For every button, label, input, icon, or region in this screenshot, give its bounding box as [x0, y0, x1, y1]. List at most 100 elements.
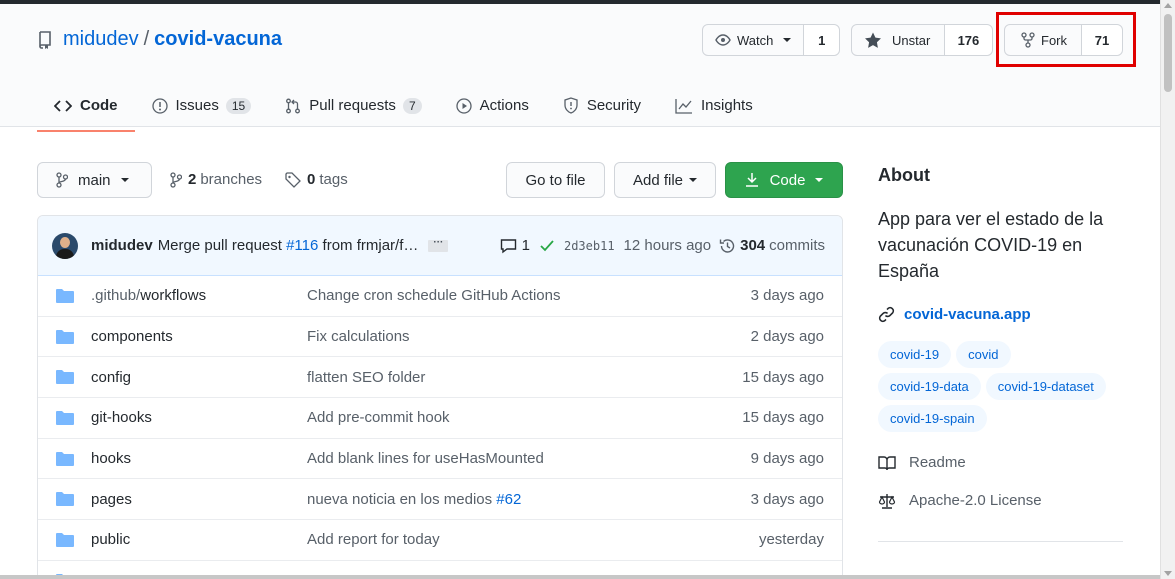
website-url: covid-vacuna.app: [904, 306, 1031, 323]
folder-icon: [56, 410, 74, 425]
pull-request-icon: [286, 98, 301, 113]
graph-icon: [675, 98, 693, 114]
play-icon: [455, 97, 472, 114]
add-file-button[interactable]: Add file: [614, 162, 716, 198]
folder-icon: [56, 370, 74, 385]
repo-title: midudev / covid-vacuna: [37, 28, 282, 51]
folder-icon: [56, 451, 74, 466]
branch-name: main: [78, 171, 111, 189]
topic-tag[interactable]: covid-19: [878, 341, 952, 368]
file-commit-message[interactable]: Fix calculations: [307, 328, 410, 345]
file-commit-message[interactable]: nueva noticia en los medios #62: [307, 491, 521, 508]
avatar[interactable]: [52, 232, 78, 259]
file-name-link[interactable]: .github/workflows: [91, 287, 206, 304]
vertical-scrollbar[interactable]: [1160, 0, 1175, 579]
star-count[interactable]: 176: [943, 25, 992, 55]
repo-owner-link[interactable]: midudev: [63, 28, 139, 51]
chevron-down-icon: [120, 178, 129, 182]
table-row[interactable]: pages nueva noticia en los medios #62 3 …: [38, 479, 842, 521]
tab-insights[interactable]: Insights: [658, 80, 770, 131]
commit-author[interactable]: midudev: [91, 237, 153, 254]
website-link[interactable]: covid-vacuna.app: [878, 306, 1123, 323]
file-commit-issue-link[interactable]: #62: [496, 491, 521, 508]
topic-tag[interactable]: covid: [956, 341, 1011, 368]
commit-message-prefix: Merge pull request: [157, 237, 282, 254]
file-name: workflows: [140, 287, 207, 305]
file-commit-age: 15 days ago: [742, 409, 824, 427]
watch-button-group: Watch 1: [702, 24, 840, 56]
commit-pr-link[interactable]: #116: [286, 237, 318, 254]
repo-name-link[interactable]: covid-vacuna: [154, 28, 282, 51]
file-commit-message[interactable]: Change cron schedule GitHub Actions: [307, 287, 560, 304]
watch-count[interactable]: 1: [803, 25, 839, 55]
check-icon[interactable]: [540, 239, 554, 252]
table-row[interactable]: components Fix calculations 2 days ago: [38, 317, 842, 358]
download-icon: [745, 173, 758, 187]
commit-comments[interactable]: 1: [500, 237, 530, 254]
table-row[interactable]: .github/workflows Change cron schedule G…: [38, 276, 842, 317]
folder-icon: [56, 288, 74, 303]
branches-link[interactable]: 2 branches: [170, 171, 262, 188]
code-download-button[interactable]: Code: [725, 162, 843, 198]
tab-security[interactable]: Security: [546, 80, 658, 131]
file-name-link[interactable]: components: [91, 328, 173, 345]
tab-pull-requests[interactable]: Pull requests 7: [268, 80, 438, 131]
file-name-link[interactable]: public: [91, 531, 130, 548]
topic-tag[interactable]: covid-19-data: [878, 373, 981, 400]
star-button-group: Unstar 176: [851, 24, 993, 56]
unstar-button[interactable]: Unstar: [852, 25, 944, 55]
chevron-down-icon: [815, 178, 824, 182]
file-commit-age: 2 days ago: [750, 328, 824, 346]
watch-button[interactable]: Watch: [703, 25, 803, 55]
file-name-link[interactable]: pages: [91, 491, 132, 508]
scroll-up-icon[interactable]: [1164, 3, 1172, 8]
repo-separator: /: [143, 28, 150, 50]
table-row[interactable]: public Add report for today yesterday: [38, 520, 842, 561]
file-commit-message[interactable]: Add pre-commit hook: [307, 409, 450, 426]
table-row[interactable]: git-hooks Add pre-commit hook 15 days ag…: [38, 398, 842, 439]
tab-issues[interactable]: Issues 15: [135, 80, 269, 131]
file-name-link[interactable]: git-hooks: [91, 409, 152, 426]
topic-tag[interactable]: covid-19-spain: [878, 405, 987, 432]
horizontal-scrollbar[interactable]: [0, 575, 1160, 579]
readme-label: Readme: [909, 454, 966, 471]
tag-icon: [285, 171, 301, 188]
tags-label: tags: [319, 171, 348, 188]
tab-code[interactable]: Code: [37, 80, 135, 132]
branch-selector-button[interactable]: main: [37, 162, 152, 198]
readme-link[interactable]: Readme: [878, 454, 1123, 471]
commit-time: 12 hours ago: [623, 237, 712, 254]
expand-commit-button[interactable]: ···: [428, 237, 449, 252]
commit-details: 1 2d3eb11 12 hours ago 304 commits: [492, 237, 825, 254]
commits-label: commits: [769, 237, 825, 254]
go-to-file-button[interactable]: Go to file: [506, 162, 605, 198]
file-commit-message[interactable]: flatten SEO folder: [307, 369, 425, 386]
file-commit-message[interactable]: Add report for today: [307, 531, 440, 548]
file-name-link[interactable]: config: [91, 369, 131, 386]
history-icon: [719, 238, 735, 253]
commit-sha[interactable]: 2d3eb11: [564, 239, 615, 253]
file-commit-message[interactable]: Add blank lines for useHasMounted: [307, 450, 544, 467]
table-row[interactable]: hooks Add blank lines for useHasMounted …: [38, 439, 842, 480]
commits-link[interactable]: 304 commits: [719, 237, 825, 254]
branches-count: 2: [188, 171, 197, 188]
file-commit-age: 15 days ago: [742, 368, 824, 386]
table-row[interactable]: config flatten SEO folder 15 days ago: [38, 357, 842, 399]
book-icon: [878, 455, 896, 470]
code-icon: [54, 99, 72, 112]
tags-link[interactable]: 0 tags: [285, 171, 348, 188]
link-icon: [878, 306, 895, 323]
scroll-down-icon[interactable]: [1164, 571, 1172, 576]
tab-actions[interactable]: Actions: [439, 80, 546, 131]
topic-tag[interactable]: covid-19-dataset: [985, 373, 1106, 400]
tab-label: Insights: [701, 97, 753, 114]
branches-label: branches: [200, 171, 263, 188]
file-name-link[interactable]: hooks: [91, 450, 131, 467]
fork-highlight-box: [996, 12, 1136, 67]
file-commit-message-text: nueva noticia en los medios: [307, 490, 493, 508]
folder-icon: [56, 492, 74, 507]
commit-message[interactable]: Merge pull request #116 from frmjar/f…: [158, 237, 419, 254]
license-link[interactable]: Apache-2.0 License: [878, 492, 1123, 509]
scrollbar-thumb[interactable]: [1164, 14, 1172, 92]
star-icon: [865, 32, 881, 48]
